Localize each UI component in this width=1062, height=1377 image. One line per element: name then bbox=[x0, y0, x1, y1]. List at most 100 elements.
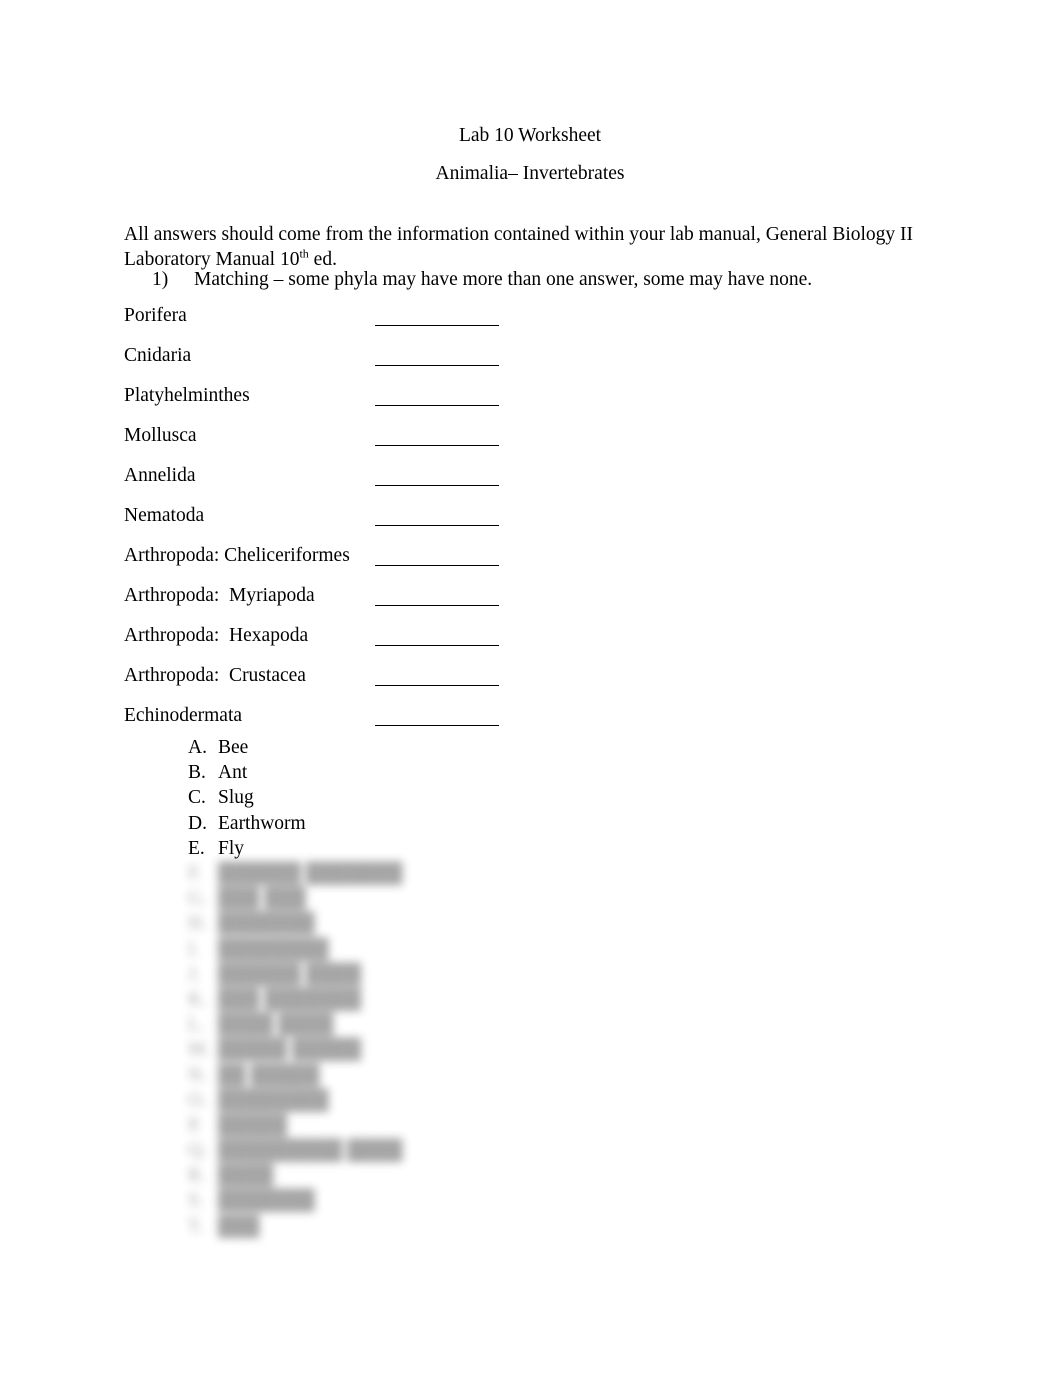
phylum-label: Arthropoda: Cheliceriformes bbox=[124, 545, 350, 566]
phylum-label: Platyhelminthes bbox=[124, 385, 250, 406]
phylum-label: Porifera bbox=[124, 305, 187, 326]
answer-choice: E. Fly bbox=[0, 837, 1062, 862]
intro-text-part2: ed. bbox=[308, 249, 337, 270]
choice-marker: A. bbox=[188, 737, 207, 758]
answer-choice: K. ███ ███████ bbox=[0, 988, 1062, 1013]
answer-choice: Q. █████████ ████ bbox=[0, 1139, 1062, 1164]
matching-row: Annelida bbox=[0, 464, 1062, 504]
answer-blank[interactable] bbox=[375, 445, 499, 446]
answer-blank[interactable] bbox=[375, 485, 499, 486]
answer-choice: D. Earthworm bbox=[0, 812, 1062, 837]
choice-label: ███ ███ bbox=[218, 888, 306, 910]
answer-blank[interactable] bbox=[375, 405, 499, 406]
matching-row: Platyhelminthes bbox=[0, 384, 1062, 424]
phylum-label: Arthropoda: Crustacea bbox=[124, 665, 306, 686]
answer-choice: T. ███ bbox=[0, 1215, 1062, 1240]
page-title: Lab 10 Worksheet bbox=[458, 125, 602, 146]
phylum-label: Nematoda bbox=[124, 505, 205, 526]
answer-blank[interactable] bbox=[375, 645, 499, 646]
choice-label: Slug bbox=[218, 787, 254, 809]
answer-choice: N. ██ █████ bbox=[0, 1064, 1062, 1089]
answer-choice: I. ████████ bbox=[0, 938, 1062, 963]
matching-row: Cnidaria bbox=[0, 344, 1062, 384]
choice-label: ████████ bbox=[218, 1089, 329, 1111]
question-number: 1) bbox=[152, 269, 169, 290]
choice-marker: G. bbox=[188, 888, 207, 910]
choice-label: █████ █████ bbox=[218, 1039, 362, 1061]
choice-marker: H. bbox=[188, 913, 207, 935]
choice-marker: I. bbox=[188, 938, 200, 960]
choice-marker: L. bbox=[188, 1014, 205, 1036]
phylum-label: Arthropoda: Myriapoda bbox=[124, 585, 315, 606]
choice-marker: N. bbox=[188, 1064, 207, 1086]
choice-marker: C. bbox=[188, 787, 206, 809]
choice-label: ████ bbox=[218, 1165, 274, 1187]
choice-marker: F. bbox=[188, 863, 203, 884]
blurred-answer-choice-list: F. ██████ ███████ G. ███ ███ H. ███████ I. ████… bbox=[0, 862, 1062, 1240]
choice-marker: K. bbox=[188, 988, 207, 1010]
choice-label: Bee bbox=[218, 737, 249, 758]
choice-label: ███ ███████ bbox=[218, 988, 362, 1010]
answer-blank[interactable] bbox=[375, 365, 499, 366]
edition-superscript: th bbox=[299, 246, 309, 261]
choice-label: █████████ ████ bbox=[218, 1140, 403, 1162]
question-1: 1) Matching – some phyla may have more t… bbox=[152, 268, 972, 292]
matching-row: Mollusca bbox=[0, 424, 1062, 464]
choice-label: ████ ████ bbox=[218, 1014, 334, 1036]
answer-choice: O. ████████ bbox=[0, 1089, 1062, 1114]
choice-marker: O. bbox=[188, 1089, 207, 1111]
choice-label: Fly bbox=[218, 837, 245, 859]
answer-choice: C. Slug bbox=[0, 786, 1062, 811]
matching-row: Porifera bbox=[0, 304, 1062, 344]
choice-label: ██ █████ bbox=[218, 1064, 320, 1086]
choice-label: Earthworm bbox=[218, 812, 306, 834]
choice-label: ██████ ████ bbox=[218, 963, 362, 985]
question-text: Matching – some phyla may have more than… bbox=[194, 269, 813, 290]
choice-marker: B. bbox=[188, 762, 206, 784]
answer-choice: P. █████ bbox=[0, 1114, 1062, 1139]
phylum-label: Cnidaria bbox=[124, 345, 192, 366]
answer-choice: M. █████ █████ bbox=[0, 1038, 1062, 1063]
choice-marker: T. bbox=[188, 1215, 204, 1237]
matching-row: Arthropoda: Hexapoda bbox=[0, 624, 1062, 664]
answer-blank[interactable] bbox=[375, 725, 499, 726]
answer-blank[interactable] bbox=[375, 605, 499, 606]
answer-choice: B. Ant bbox=[0, 761, 1062, 786]
answer-blank[interactable] bbox=[375, 525, 499, 526]
phylum-label: Arthropoda: Hexapoda bbox=[124, 625, 309, 646]
choice-marker: R. bbox=[188, 1165, 206, 1187]
choice-marker: E. bbox=[188, 837, 205, 859]
choice-label: ███████ bbox=[218, 1190, 315, 1212]
answer-blank[interactable] bbox=[375, 565, 499, 566]
matching-row: Arthropoda: Myriapoda bbox=[0, 584, 1062, 624]
choice-label: ███ bbox=[218, 1215, 260, 1237]
choice-label: ████████ bbox=[218, 938, 329, 960]
choice-label: Ant bbox=[218, 762, 248, 784]
matching-row: Arthropoda: Cheliceriformes bbox=[0, 544, 1062, 584]
matching-list: Porifera Cnidaria Platyhelminthes Mollusca A… bbox=[0, 304, 1062, 744]
intro-paragraph: All answers should come from the informa… bbox=[124, 222, 914, 273]
answer-blank[interactable] bbox=[375, 685, 499, 686]
choice-label: █████ bbox=[218, 1114, 288, 1136]
document-page: Lab 10 Worksheet Animalia– Invertebrates… bbox=[0, 0, 1062, 1377]
choice-label: ██████ ███████ bbox=[218, 863, 403, 884]
phylum-label: Mollusca bbox=[124, 425, 197, 446]
answer-choice: F. ██████ ███████ bbox=[0, 862, 1062, 887]
choice-marker: M. bbox=[188, 1039, 211, 1061]
phylum-label: Annelida bbox=[124, 465, 196, 486]
answer-blank[interactable] bbox=[375, 325, 499, 326]
answer-choice: S. ███████ bbox=[0, 1189, 1062, 1214]
choice-label: ███████ bbox=[218, 913, 315, 935]
choice-marker: Q. bbox=[188, 1140, 207, 1162]
answer-choice: L. ████ ████ bbox=[0, 1013, 1062, 1038]
answer-choice: G. ███ ███ bbox=[0, 887, 1062, 912]
choice-marker: S. bbox=[188, 1190, 204, 1212]
choice-marker: D. bbox=[188, 812, 207, 834]
answer-choice: H. ███████ bbox=[0, 912, 1062, 937]
intro-text-part1: All answers should come from the informa… bbox=[124, 223, 914, 271]
answer-choice: R. ████ bbox=[0, 1164, 1062, 1189]
answer-choice: J. ██████ ████ bbox=[0, 963, 1062, 988]
matching-row: Arthropoda: Crustacea bbox=[0, 664, 1062, 704]
choice-marker: J. bbox=[188, 963, 201, 985]
answer-choice: A. Bee bbox=[0, 736, 1062, 761]
